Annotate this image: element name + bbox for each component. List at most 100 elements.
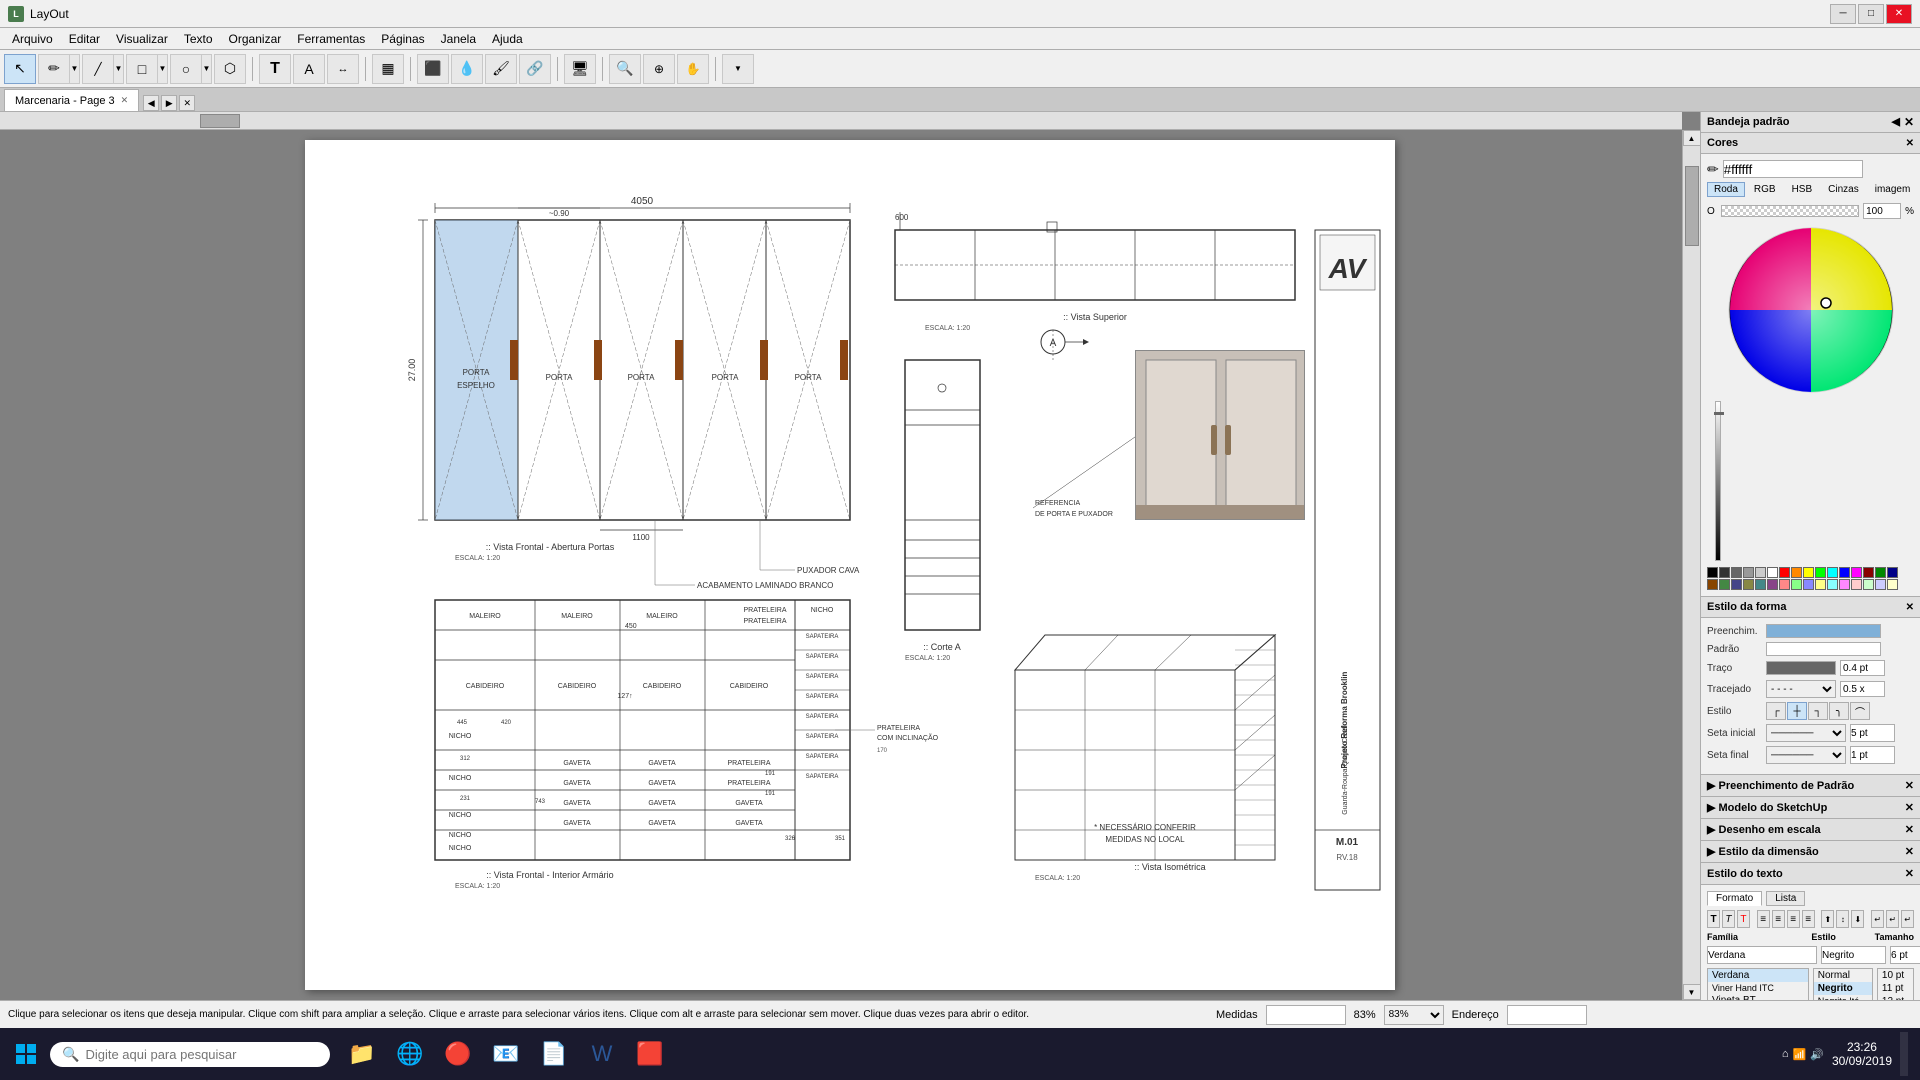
show-desktop-button[interactable] <box>1900 1032 1908 1076</box>
start-button[interactable] <box>4 1040 48 1068</box>
estilo-forma-header[interactable]: Estilo da forma ✕ <box>1701 597 1920 618</box>
p11[interactable] <box>1827 579 1838 590</box>
size-11[interactable]: 11 pt <box>1878 982 1913 995</box>
font-size-list[interactable]: 10 pt 11 pt 12 pt 14 pt 16 pt 18 pt 20 p… <box>1877 968 1914 1000</box>
preset-dred[interactable] <box>1863 567 1874 578</box>
taskbar-outlook[interactable]: 📧 <box>484 1032 528 1076</box>
taskbar-edge[interactable]: 🌐 <box>388 1032 432 1076</box>
table-tool[interactable]: ▦ <box>372 54 404 84</box>
traco-color[interactable] <box>1766 661 1836 675</box>
font-family-list[interactable]: Verdana Viner Hand ITC Vineta BT Vivaldi… <box>1707 968 1809 1000</box>
valign-top-button[interactable]: ⬆ <box>1821 910 1834 928</box>
scroll-down[interactable]: ▼ <box>1683 984 1701 1000</box>
traco-value[interactable] <box>1840 660 1885 676</box>
menu-ajuda[interactable]: Ajuda <box>484 28 531 49</box>
menu-ferramentas[interactable]: Ferramentas <box>289 28 373 49</box>
pencil-tool-dropdown[interactable]: ▼ <box>70 54 80 84</box>
line-tool[interactable]: ╱ <box>82 54 114 84</box>
more-tools[interactable]: ▼ <box>722 54 754 84</box>
font-style-list[interactable]: Normal Negrito Negrito Itá. Itálico <box>1813 968 1873 1000</box>
polygon-tool[interactable]: ⬡ <box>214 54 246 84</box>
color-value-input[interactable] <box>1723 160 1863 178</box>
flow3-button[interactable]: ↵ <box>1901 910 1914 928</box>
estilo-btn-3[interactable]: ┐ <box>1808 702 1828 720</box>
preset-silver[interactable] <box>1755 567 1766 578</box>
seta-inicial-select[interactable]: ────── ──────▶ ◀────── <box>1766 724 1846 742</box>
select-tool[interactable]: ↖ <box>4 54 36 84</box>
p12[interactable] <box>1839 579 1850 590</box>
preset-gray[interactable] <box>1731 567 1742 578</box>
address-input[interactable] <box>1507 1005 1587 1025</box>
menu-paginas[interactable]: Páginas <box>373 28 432 49</box>
seta-final-value[interactable] <box>1850 746 1895 764</box>
color-tab-hsb[interactable]: HSB <box>1785 182 1820 197</box>
font-size-input[interactable] <box>1890 946 1920 964</box>
color-tab-imagem[interactable]: imagem <box>1868 182 1918 197</box>
preset-cyan[interactable] <box>1827 567 1838 578</box>
style-item-negrito[interactable]: Negrito <box>1814 982 1872 995</box>
eraser-tool[interactable]: ⬛ <box>417 54 449 84</box>
search-input[interactable] <box>85 1047 318 1062</box>
p13[interactable] <box>1851 579 1862 590</box>
color-tab-cinzas[interactable]: Cinzas <box>1821 182 1866 197</box>
taskbar-pdf[interactable]: 📄 <box>532 1032 576 1076</box>
preset-magenta[interactable] <box>1851 567 1862 578</box>
font-item-verdana[interactable]: Verdana <box>1708 969 1808 982</box>
preset-yellow[interactable] <box>1803 567 1814 578</box>
estilo-texto-header[interactable]: Estilo do texto ✕ <box>1701 863 1920 885</box>
valign-mid-button[interactable]: ↕ <box>1836 910 1849 928</box>
align-center-button[interactable]: ≡ <box>1772 910 1785 928</box>
bold-button[interactable]: T <box>1707 910 1720 928</box>
brightness-bar[interactable] <box>1715 401 1721 561</box>
pencil-tool[interactable]: ✏ <box>38 54 70 84</box>
estilo-btn-1[interactable]: ┌ <box>1766 702 1786 720</box>
text-tool[interactable]: T <box>259 54 291 84</box>
p3[interactable] <box>1731 579 1742 590</box>
align-justify-button[interactable]: ≡ <box>1802 910 1815 928</box>
menu-editar[interactable]: Editar <box>61 28 108 49</box>
p9[interactable] <box>1803 579 1814 590</box>
opacity-input[interactable] <box>1863 203 1901 219</box>
minimize-button[interactable]: ─ <box>1830 4 1856 24</box>
brightness-thumb[interactable] <box>1714 412 1724 415</box>
panel-close-icon[interactable]: ✕ <box>1904 115 1914 129</box>
color-wheel-container[interactable] <box>1726 225 1896 395</box>
p2[interactable] <box>1719 579 1730 590</box>
text-tab-formato[interactable]: Formato <box>1707 891 1762 906</box>
circle-tool[interactable]: ○ <box>170 54 202 84</box>
p15[interactable] <box>1875 579 1886 590</box>
seta-inicial-value[interactable] <box>1850 724 1895 742</box>
preset-dgreen[interactable] <box>1875 567 1886 578</box>
tab-close-icon[interactable]: ✕ <box>121 95 129 106</box>
estilo-btn-4[interactable]: ╮ <box>1829 702 1849 720</box>
monitor-tool[interactable]: 🖥 <box>564 54 596 84</box>
flow1-button[interactable]: ↵ <box>1871 910 1884 928</box>
p16[interactable] <box>1887 579 1898 590</box>
zoom-select[interactable]: 83% 100% 50% 25% 200% <box>1384 1005 1444 1025</box>
flow2-button[interactable]: ↵ <box>1886 910 1899 928</box>
tab-nav-close[interactable]: ✕ <box>179 95 195 111</box>
italic-button[interactable]: T <box>1722 910 1735 928</box>
taskbar-explorer[interactable]: 📁 <box>340 1032 384 1076</box>
zoom-out-tool[interactable]: ⊕ <box>643 54 675 84</box>
sketchup-close[interactable]: ✕ <box>1905 801 1914 814</box>
menu-visualizar[interactable]: Visualizar <box>108 28 176 49</box>
preset-black[interactable] <box>1707 567 1718 578</box>
seta-final-select[interactable]: ────── ──────▶ <box>1766 746 1846 764</box>
taskbar-app7[interactable]: 🟥 <box>628 1032 672 1076</box>
align-right-button[interactable]: ≡ <box>1787 910 1800 928</box>
search-bar[interactable]: 🔍 <box>50 1042 330 1067</box>
medidas-input[interactable] <box>1266 1005 1346 1025</box>
estilo-dimensao-close[interactable]: ✕ <box>1905 845 1914 858</box>
taskbar-app3[interactable]: 🔴 <box>436 1032 480 1076</box>
p7[interactable] <box>1779 579 1790 590</box>
scroll-thumb-v[interactable] <box>1685 166 1699 246</box>
p14[interactable] <box>1863 579 1874 590</box>
pan-tool[interactable]: ✋ <box>677 54 709 84</box>
preset-blue[interactable] <box>1839 567 1850 578</box>
zoom-in-tool[interactable]: 🔍 <box>609 54 641 84</box>
scroll-up[interactable]: ▲ <box>1683 130 1701 146</box>
font-family-input[interactable] <box>1707 946 1817 964</box>
canvas-area[interactable]: 4050 ~0.90 27.00 1100 PORTA ESPELHO <box>0 112 1700 1000</box>
preenchimento-close[interactable]: ✕ <box>1905 779 1914 792</box>
